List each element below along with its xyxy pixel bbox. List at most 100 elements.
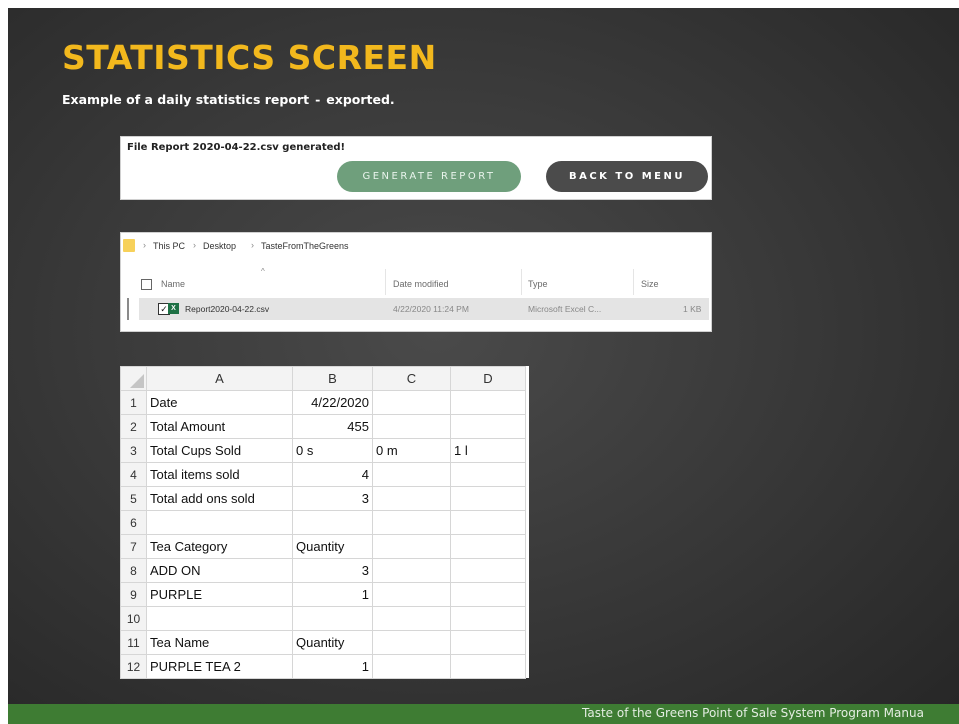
cell-c4[interactable]: [372, 462, 451, 487]
chevron-right-icon: ›: [251, 240, 254, 250]
row-header[interactable]: 10: [120, 606, 147, 631]
spreadsheet-grid: A B C D 1 Date 4/22/2020 2 Total Amount …: [120, 366, 526, 679]
cell-b4[interactable]: 4: [292, 462, 373, 487]
row-header[interactable]: 12: [120, 654, 147, 679]
cell-d5[interactable]: [450, 486, 526, 511]
file-date-modified: 4/22/2020 11:24 PM: [393, 304, 469, 314]
cell-b12[interactable]: 1: [292, 654, 373, 679]
table-row: 11 Tea Name Quantity: [120, 630, 526, 655]
cell-a3[interactable]: Total Cups Sold: [146, 438, 293, 463]
cell-d12[interactable]: [450, 654, 526, 679]
cell-a12[interactable]: PURPLE TEA 2: [146, 654, 293, 679]
cell-a10[interactable]: [146, 606, 293, 631]
row-header[interactable]: 1: [120, 390, 147, 415]
cell-d8[interactable]: [450, 558, 526, 583]
cell-c2[interactable]: [372, 414, 451, 439]
breadcrumb-item-this-pc[interactable]: This PC: [153, 241, 185, 251]
page-title: STATISTICS SCREEN: [62, 38, 437, 77]
subtitle-main: Example of a daily statistics report: [62, 92, 310, 107]
generate-report-button[interactable]: GENERATE REPORT: [337, 161, 521, 192]
row-header[interactable]: 5: [120, 486, 147, 511]
column-header-date-modified[interactable]: Date modified: [393, 279, 449, 289]
cell-d7[interactable]: [450, 534, 526, 559]
column-header-size[interactable]: Size: [641, 279, 659, 289]
row-header[interactable]: 8: [120, 558, 147, 583]
cell-b3[interactable]: 0 s: [292, 438, 373, 463]
column-header-c[interactable]: C: [372, 366, 451, 391]
selection-indicator: [127, 298, 129, 320]
cell-a8[interactable]: ADD ON: [146, 558, 293, 583]
column-header-type[interactable]: Type: [528, 279, 548, 289]
select-all-cell[interactable]: [120, 366, 147, 391]
column-header-d[interactable]: D: [450, 366, 526, 391]
cell-b6[interactable]: [292, 510, 373, 535]
cell-c3[interactable]: 0 m: [372, 438, 451, 463]
cell-b8[interactable]: 3: [292, 558, 373, 583]
cell-d3[interactable]: 1 l: [450, 438, 526, 463]
breadcrumb-item-desktop[interactable]: Desktop: [203, 241, 236, 251]
cell-b11[interactable]: Quantity: [292, 630, 373, 655]
footer-text: Taste of the Greens Point of Sale System…: [582, 706, 924, 720]
cell-a2[interactable]: Total Amount: [146, 414, 293, 439]
cell-a5[interactable]: Total add ons sold: [146, 486, 293, 511]
slide: STATISTICS SCREEN Example of a daily sta…: [8, 8, 959, 724]
breadcrumb-item-folder[interactable]: TasteFromTheGreens: [261, 241, 349, 251]
cell-c7[interactable]: [372, 534, 451, 559]
cell-c10[interactable]: [372, 606, 451, 631]
column-header-a[interactable]: A: [146, 366, 293, 391]
cell-d1[interactable]: [450, 390, 526, 415]
column-header-b[interactable]: B: [292, 366, 373, 391]
cell-d6[interactable]: [450, 510, 526, 535]
row-header[interactable]: 7: [120, 534, 147, 559]
table-row: 6: [120, 510, 526, 535]
row-header[interactable]: 6: [120, 510, 147, 535]
cell-d10[interactable]: [450, 606, 526, 631]
back-to-menu-button[interactable]: BACK TO MENU: [546, 161, 708, 192]
column-divider: [633, 269, 634, 295]
cell-b9[interactable]: 1: [292, 582, 373, 607]
cell-a11[interactable]: Tea Name: [146, 630, 293, 655]
cell-b10[interactable]: [292, 606, 373, 631]
folder-icon: [123, 239, 135, 252]
cell-a7[interactable]: Tea Category: [146, 534, 293, 559]
cell-c5[interactable]: [372, 486, 451, 511]
column-header-name[interactable]: Name: [161, 279, 185, 289]
row-header[interactable]: 2: [120, 414, 147, 439]
cell-b2[interactable]: 455: [292, 414, 373, 439]
row-header[interactable]: 4: [120, 462, 147, 487]
cell-b1[interactable]: 4/22/2020: [292, 390, 373, 415]
cell-d9[interactable]: [450, 582, 526, 607]
cell-d4[interactable]: [450, 462, 526, 487]
row-header[interactable]: 11: [120, 630, 147, 655]
cell-c9[interactable]: [372, 582, 451, 607]
cell-c12[interactable]: [372, 654, 451, 679]
cell-a1[interactable]: Date: [146, 390, 293, 415]
sort-up-icon: ^: [261, 267, 265, 276]
table-row: 8 ADD ON 3: [120, 558, 526, 583]
cell-a6[interactable]: [146, 510, 293, 535]
chevron-right-icon: ›: [193, 240, 196, 250]
cell-c1[interactable]: [372, 390, 451, 415]
subtitle-separator: -: [315, 92, 321, 107]
row-header[interactable]: 9: [120, 582, 147, 607]
cell-c8[interactable]: [372, 558, 451, 583]
cell-c11[interactable]: [372, 630, 451, 655]
cell-b7[interactable]: Quantity: [292, 534, 373, 559]
cell-c6[interactable]: [372, 510, 451, 535]
file-size: 1 KB: [683, 304, 702, 314]
cell-d2[interactable]: [450, 414, 526, 439]
table-row: 12 PURPLE TEA 2 1: [120, 654, 526, 679]
cell-a9[interactable]: PURPLE: [146, 582, 293, 607]
cell-a4[interactable]: Total items sold: [146, 462, 293, 487]
excel-file-icon: X: [168, 303, 179, 314]
page-subtitle: Example of a daily statistics report - exp…: [62, 92, 395, 107]
table-row: 4 Total items sold 4: [120, 462, 526, 487]
file-row[interactable]: ✓ X Report2020-04-22.csv 4/22/2020 11:24…: [139, 298, 709, 320]
table-row: 9 PURPLE 1: [120, 582, 526, 607]
cell-b5[interactable]: 3: [292, 486, 373, 511]
select-all-checkbox[interactable]: [141, 279, 152, 290]
file-type: Microsoft Excel C...: [528, 304, 602, 314]
row-header[interactable]: 3: [120, 438, 147, 463]
cell-d11[interactable]: [450, 630, 526, 655]
column-header-row: A B C D: [120, 366, 526, 391]
